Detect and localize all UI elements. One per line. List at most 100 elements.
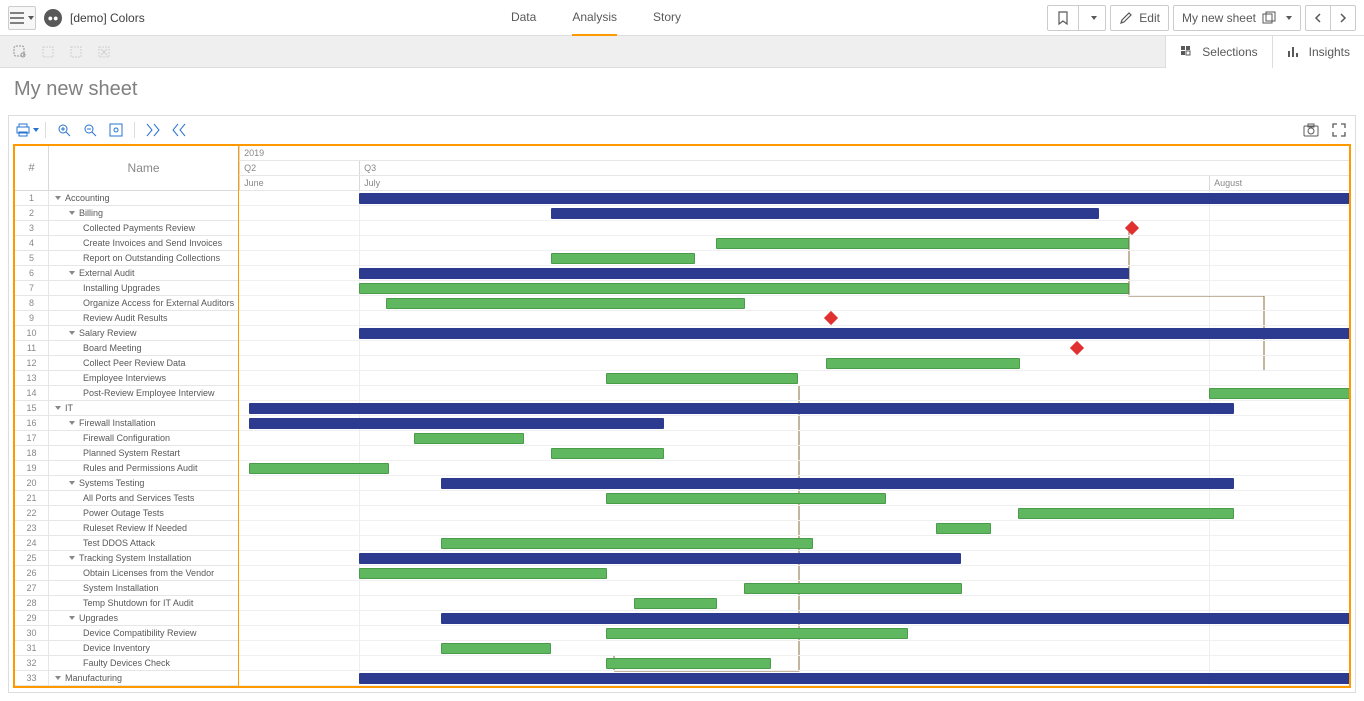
gantt-bar[interactable] bbox=[606, 628, 908, 639]
bookmark-dropdown[interactable] bbox=[1079, 5, 1106, 31]
prev-sheet-button[interactable] bbox=[1305, 5, 1331, 31]
collapse-toggle-icon[interactable] bbox=[69, 211, 75, 215]
gantt-bar[interactable] bbox=[359, 568, 607, 579]
gantt-bar[interactable] bbox=[359, 283, 1129, 294]
gantt-bar[interactable] bbox=[606, 373, 798, 384]
task-row[interactable]: 28Temp Shutdown for IT Audit bbox=[15, 596, 238, 611]
gantt-bar[interactable] bbox=[441, 643, 551, 654]
task-row[interactable]: 12Collect Peer Review Data bbox=[15, 356, 238, 371]
gantt-bar[interactable] bbox=[359, 268, 1129, 279]
gantt-timeline[interactable]: 2019 Q2Q3 JuneJulyAugust bbox=[239, 146, 1349, 686]
task-row[interactable]: 29Upgrades bbox=[15, 611, 238, 626]
task-row[interactable]: 8Organize Access for External Auditors bbox=[15, 296, 238, 311]
task-row[interactable]: 20Systems Testing bbox=[15, 476, 238, 491]
task-row[interactable]: 18Planned System Restart bbox=[15, 446, 238, 461]
gantt-bar[interactable] bbox=[551, 448, 664, 459]
task-row[interactable]: 15IT bbox=[15, 401, 238, 416]
step-forward-button[interactable] bbox=[64, 40, 88, 64]
task-row[interactable]: 19Rules and Permissions Audit bbox=[15, 461, 238, 476]
gantt-bar[interactable] bbox=[359, 553, 961, 564]
edit-button[interactable]: Edit bbox=[1110, 5, 1169, 31]
gantt-bar[interactable] bbox=[249, 418, 664, 429]
milestone-marker[interactable] bbox=[1070, 341, 1084, 355]
next-sheet-button[interactable] bbox=[1331, 5, 1356, 31]
task-row[interactable]: 11Board Meeting bbox=[15, 341, 238, 356]
collapse-toggle-icon[interactable] bbox=[69, 556, 75, 560]
task-row[interactable]: 31Device Inventory bbox=[15, 641, 238, 656]
task-row[interactable]: 22Power Outage Tests bbox=[15, 506, 238, 521]
zoom-fit-button[interactable] bbox=[104, 119, 128, 141]
task-row[interactable]: 4Create Invoices and Send Invoices bbox=[15, 236, 238, 251]
gantt-bar[interactable] bbox=[1018, 508, 1234, 519]
gantt-bar[interactable] bbox=[249, 463, 389, 474]
task-row[interactable]: 1Accounting bbox=[15, 191, 238, 206]
collapse-toggle-icon[interactable] bbox=[55, 406, 61, 410]
task-row[interactable]: 27System Installation bbox=[15, 581, 238, 596]
tab-analysis[interactable]: Analysis bbox=[572, 0, 617, 36]
gantt-bar[interactable] bbox=[414, 433, 524, 444]
milestone-marker[interactable] bbox=[824, 311, 838, 325]
gantt-bar[interactable] bbox=[359, 328, 1349, 339]
zoom-in-button[interactable] bbox=[52, 119, 76, 141]
task-row[interactable]: 2Billing bbox=[15, 206, 238, 221]
task-row[interactable]: 21All Ports and Services Tests bbox=[15, 491, 238, 506]
gantt-bar[interactable] bbox=[936, 523, 991, 534]
collapse-toggle-icon[interactable] bbox=[55, 676, 61, 680]
print-button[interactable] bbox=[15, 119, 39, 141]
task-row[interactable]: 26Obtain Licenses from the Vendor bbox=[15, 566, 238, 581]
task-row[interactable]: 16Firewall Installation bbox=[15, 416, 238, 431]
task-row[interactable]: 10Salary Review bbox=[15, 326, 238, 341]
gantt-bar[interactable] bbox=[359, 673, 1349, 684]
bookmark-button[interactable] bbox=[1047, 5, 1079, 31]
sheet-selector[interactable]: My new sheet bbox=[1173, 5, 1301, 31]
gantt-bar[interactable] bbox=[606, 493, 886, 504]
gantt-bar[interactable] bbox=[826, 358, 1020, 369]
gantt-bar[interactable] bbox=[441, 538, 813, 549]
gantt-bar[interactable] bbox=[359, 193, 1349, 204]
milestone-marker[interactable] bbox=[1125, 221, 1139, 235]
collapse-all-button[interactable] bbox=[167, 119, 191, 141]
expand-all-button[interactable] bbox=[141, 119, 165, 141]
collapse-toggle-icon[interactable] bbox=[69, 271, 75, 275]
task-row[interactable]: 25Tracking System Installation bbox=[15, 551, 238, 566]
task-row[interactable]: 14Post-Review Employee Interview bbox=[15, 386, 238, 401]
collapse-toggle-icon[interactable] bbox=[69, 481, 75, 485]
gantt-bar[interactable] bbox=[634, 598, 717, 609]
task-row[interactable]: 5Report on Outstanding Collections bbox=[15, 251, 238, 266]
gantt-bar[interactable] bbox=[249, 403, 1234, 414]
task-row[interactable]: 23Ruleset Review If Needed bbox=[15, 521, 238, 536]
menu-button[interactable] bbox=[8, 6, 36, 30]
tab-story[interactable]: Story bbox=[653, 0, 681, 36]
collapse-toggle-icon[interactable] bbox=[55, 196, 61, 200]
gantt-bar[interactable] bbox=[1209, 388, 1349, 399]
step-back-button[interactable] bbox=[36, 40, 60, 64]
smart-search-button[interactable] bbox=[8, 40, 32, 64]
gantt-bar[interactable] bbox=[441, 613, 1349, 624]
collapse-toggle-icon[interactable] bbox=[69, 421, 75, 425]
gantt-bar[interactable] bbox=[551, 208, 1099, 219]
task-row[interactable]: 32Faulty Devices Check bbox=[15, 656, 238, 671]
snapshot-button[interactable] bbox=[1301, 120, 1321, 140]
task-row[interactable]: 13Employee Interviews bbox=[15, 371, 238, 386]
task-row[interactable]: 17Firewall Configuration bbox=[15, 431, 238, 446]
task-row[interactable]: 9Review Audit Results bbox=[15, 311, 238, 326]
zoom-out-button[interactable] bbox=[78, 119, 102, 141]
tab-data[interactable]: Data bbox=[511, 0, 536, 36]
gantt-bar[interactable] bbox=[551, 253, 695, 264]
task-row[interactable]: 7Installing Upgrades bbox=[15, 281, 238, 296]
gantt-bar[interactable] bbox=[744, 583, 962, 594]
gantt-bar[interactable] bbox=[606, 658, 771, 669]
gantt-bar[interactable] bbox=[386, 298, 745, 309]
insights-panel-button[interactable]: Insights bbox=[1272, 36, 1364, 68]
task-row[interactable]: 6External Audit bbox=[15, 266, 238, 281]
task-row[interactable]: 24Test DDOS Attack bbox=[15, 536, 238, 551]
gantt-bar[interactable] bbox=[441, 478, 1234, 489]
task-row[interactable]: 30Device Compatibility Review bbox=[15, 626, 238, 641]
collapse-toggle-icon[interactable] bbox=[69, 616, 75, 620]
gantt-bar[interactable] bbox=[716, 238, 1129, 249]
task-row[interactable]: 33Manufacturing bbox=[15, 671, 238, 686]
task-row[interactable]: 3Collected Payments Review bbox=[15, 221, 238, 236]
collapse-toggle-icon[interactable] bbox=[69, 331, 75, 335]
selections-panel-button[interactable]: Selections bbox=[1165, 36, 1271, 68]
clear-selections-button[interactable] bbox=[92, 40, 116, 64]
